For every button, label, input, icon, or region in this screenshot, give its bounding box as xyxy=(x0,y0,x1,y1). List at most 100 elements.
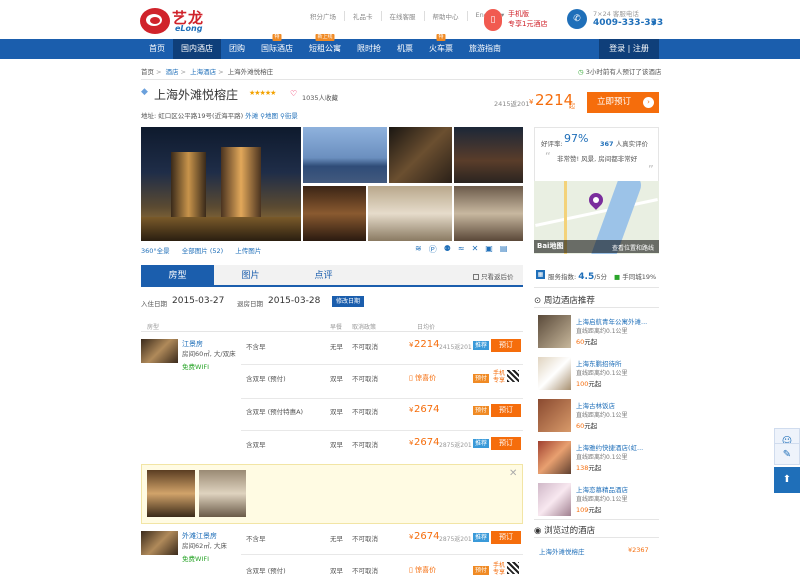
tel-label: 7×24 客服电话 xyxy=(593,10,639,18)
elong-logo-icon[interactable] xyxy=(140,8,170,34)
mobile-phone-icon[interactable]: ▯ xyxy=(484,9,502,31)
nav-item-flights[interactable]: 机票 xyxy=(389,39,421,59)
area-link[interactable]: 外滩 xyxy=(245,112,258,120)
top-link-giftcard[interactable]: 礼品卡 xyxy=(345,11,382,21)
chevron-down-icon[interactable]: ▼ xyxy=(651,19,656,27)
street-view-link[interactable]: 街景 xyxy=(285,112,298,120)
view-route-link[interactable]: 查看位置和路线 xyxy=(612,243,654,252)
breadcrumb-city[interactable]: 上海酒店 xyxy=(190,68,216,76)
room-name[interactable]: 外滩江景房 xyxy=(182,531,217,541)
nearby-hotel-price: 138元起 xyxy=(576,464,602,472)
nearby-hotel-name[interactable]: 上海雅约快捷酒店(虹... xyxy=(576,442,643,452)
plan-breakfast: 双早 xyxy=(330,375,343,383)
nearby-hotel-name[interactable]: 上海恋慕精品酒店 xyxy=(576,484,628,494)
nearby-hotel-name[interactable]: 上海东鹏招待所 xyxy=(576,358,622,368)
nearby-hotel-name[interactable]: 上海启航青年公寓外滩... xyxy=(576,316,647,326)
breadcrumb: 首页 > 酒店 > 上海酒店 > 上海外滩悦榕庄 xyxy=(141,68,274,76)
breadcrumb-hotel[interactable]: 酒店 xyxy=(166,68,179,76)
checkbox-icon[interactable] xyxy=(473,274,479,280)
view-360-link[interactable]: 360°全景 xyxy=(141,247,170,255)
nav-item-domestic-hotel[interactable]: 国内酒店 xyxy=(173,39,221,59)
top-link-points[interactable]: 积分广场 xyxy=(302,11,345,21)
room-name[interactable]: 江景房 xyxy=(182,339,203,349)
surprise-price[interactable]: ▯ 惊喜价 xyxy=(409,373,436,383)
nearby-hotel-price: 100元起 xyxy=(576,380,602,388)
browsed-hotel-name[interactable]: 上海外滩悦榕庄 xyxy=(539,546,585,556)
recommend-tag: 推荐 xyxy=(473,533,490,542)
room-gallery-photo[interactable] xyxy=(199,470,246,517)
tab-rooms[interactable]: 房型 xyxy=(141,265,214,287)
hotel-photo[interactable] xyxy=(303,186,366,241)
plan-price: 2214 xyxy=(414,339,440,350)
top-link-service[interactable]: 在线客服 xyxy=(382,11,425,21)
only-rebate-checkbox[interactable]: 只看返后价 xyxy=(473,271,514,281)
mobile-promo-line1[interactable]: 手机版 xyxy=(508,9,529,19)
nearby-hotel-photo[interactable] xyxy=(538,441,571,474)
qr-code-icon xyxy=(507,370,519,382)
book-button[interactable]: 预订 xyxy=(491,404,521,417)
close-icon[interactable]: ✕ xyxy=(509,468,517,479)
nav-item-groupbuy[interactable]: 团购 xyxy=(221,39,253,59)
nearby-hotel-photo[interactable] xyxy=(538,357,571,390)
book-button[interactable]: 预订 xyxy=(491,437,521,450)
mobile-promo-line2[interactable]: 专享1元酒店 xyxy=(508,19,547,29)
book-button[interactable]: 预订 xyxy=(491,339,521,352)
bus-icon: ▣ xyxy=(485,244,493,253)
checkin-date[interactable]: 2015-03-27 xyxy=(172,296,224,306)
nav-item-travel-guide[interactable]: 旅游指南 xyxy=(461,39,509,59)
nearby-hotel-photo[interactable] xyxy=(538,399,571,432)
plan-name: 含双早 (预付) xyxy=(246,375,286,383)
hotel-photo[interactable] xyxy=(454,127,523,183)
mobile-icon: ▯ xyxy=(409,566,413,574)
breadcrumb-home[interactable]: 首页 xyxy=(141,68,154,76)
favorite-count[interactable]: 1035人收藏 xyxy=(302,92,338,102)
hotel-photo[interactable] xyxy=(303,127,387,183)
divider xyxy=(141,79,659,80)
feedback-icon[interactable]: ✎ xyxy=(774,443,800,465)
prepay-tag: 预付 xyxy=(473,566,490,575)
price-currency: ¥ xyxy=(409,533,414,541)
baidu-map-logo: Bai地图 xyxy=(537,242,564,250)
hotel-photo[interactable] xyxy=(368,186,452,241)
nearby-hotel-photo[interactable] xyxy=(538,315,571,348)
checkout-date[interactable]: 2015-03-28 xyxy=(268,296,320,306)
clock-icon: ◷ xyxy=(578,68,584,76)
room-photo[interactable] xyxy=(141,339,178,363)
nav-item-intl-hotel[interactable]: 国际酒店特 xyxy=(253,34,301,59)
nav-item-flash-sale[interactable]: 限时抢 xyxy=(349,39,389,59)
plan-price: 2674 xyxy=(414,404,440,415)
top-link-help[interactable]: 帮助中心 xyxy=(425,11,468,21)
divider xyxy=(241,364,523,365)
modify-date-button[interactable]: 修改日期 xyxy=(332,296,364,307)
review-count[interactable]: 367 人真实评价 xyxy=(600,138,648,148)
map-link[interactable]: 地图 xyxy=(265,112,278,120)
nearby-hotel-name[interactable]: 上海古林饭店 xyxy=(576,400,615,410)
room-photo[interactable] xyxy=(141,531,178,555)
pool-icon: ≈ xyxy=(457,244,465,253)
hotel-photo[interactable] xyxy=(454,186,523,241)
hotel-main-photo[interactable] xyxy=(141,127,301,241)
price-currency: ¥ xyxy=(529,98,534,106)
hotel-name: 上海外滩悦榕庄 xyxy=(154,88,239,102)
service-tag: ■ 手同城19% xyxy=(614,273,657,281)
upload-photo-link[interactable]: 上传图片 xyxy=(235,247,261,255)
nav-item-train[interactable]: 火车票特 xyxy=(421,34,461,59)
plan-breakfast: 双早 xyxy=(330,441,343,449)
all-photos-link[interactable]: 全部图片 (52) xyxy=(182,247,223,255)
plan-name: 不含早 xyxy=(246,343,266,351)
col-header-price: 日均价 xyxy=(417,324,436,331)
heart-icon[interactable]: ♡ xyxy=(290,89,297,98)
nav-item-apartment[interactable]: 短租公寓 新上线 xyxy=(301,34,349,59)
tab-photos[interactable]: 图片 xyxy=(214,265,287,287)
nearby-hotel-photo[interactable] xyxy=(538,483,571,516)
book-button[interactable]: 预订 xyxy=(491,531,521,544)
hotel-photo[interactable] xyxy=(389,127,452,183)
room-gallery-photo[interactable] xyxy=(147,470,195,517)
logo-subtext: eLong xyxy=(175,24,203,33)
book-now-button[interactable]: 立即预订 › xyxy=(587,92,659,113)
tab-reviews[interactable]: 点评 xyxy=(287,265,360,287)
login-register-button[interactable]: 登录 | 注册 xyxy=(599,39,659,59)
surprise-price[interactable]: ▯ 惊喜价 xyxy=(409,565,436,575)
back-to-top-icon[interactable]: ⬆ xyxy=(774,467,800,493)
nav-item-home[interactable]: 首页 xyxy=(141,39,173,59)
